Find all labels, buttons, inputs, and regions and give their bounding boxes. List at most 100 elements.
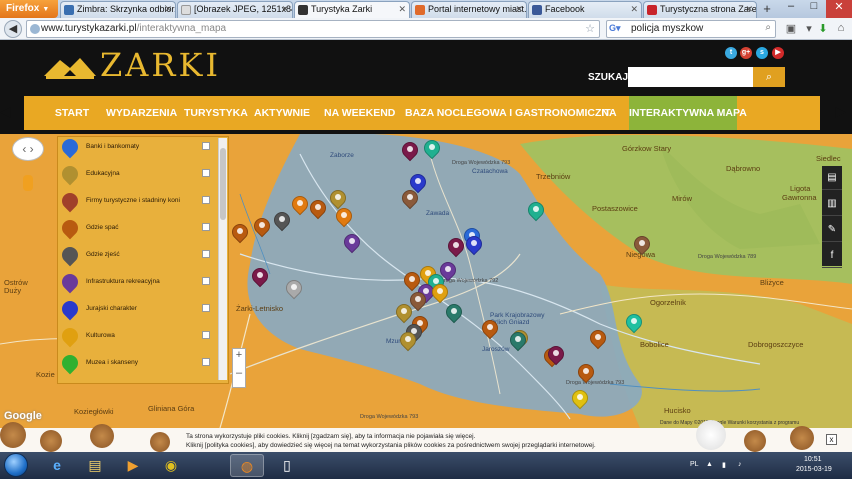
browser-tab-active[interactable]: Turystyka Zarki ✕	[294, 1, 410, 18]
map-marker[interactable]	[586, 326, 610, 350]
filter-checkbox[interactable]	[202, 250, 210, 258]
map-marker[interactable]	[340, 230, 364, 254]
close-tab-icon[interactable]: ✕	[398, 4, 406, 15]
filter-checkbox[interactable]	[202, 142, 210, 150]
address-bar[interactable]: www.turystykazarki.pl/interaktywna_mapa …	[26, 20, 600, 38]
language-indicator[interactable]: PL	[690, 461, 699, 468]
windows-start-button[interactable]	[4, 453, 28, 477]
maximize-button[interactable]: □	[803, 0, 825, 18]
cookie-line-1[interactable]: Ta strona wykorzystuje pliki cookies. Kl…	[186, 432, 596, 441]
new-tab-button[interactable]: +	[758, 1, 776, 17]
browser-tab[interactable]: Zimbra: Skrzynka odbior... ✕	[60, 1, 176, 18]
filter-checkbox[interactable]	[202, 304, 210, 312]
map-marker[interactable]	[396, 328, 420, 352]
map-marker[interactable]	[568, 386, 592, 410]
filter-checkbox[interactable]	[202, 331, 210, 339]
filter-item[interactable]: Firmy turystyczne i stadniny koni	[58, 189, 218, 218]
menu-scroll-right-icon[interactable]: ▶	[835, 103, 846, 120]
volume-icon[interactable]: ♪	[738, 461, 742, 468]
skype-icon[interactable]: s	[756, 47, 768, 59]
map-marker[interactable]	[392, 300, 416, 324]
network-icon[interactable]: ▮	[722, 461, 726, 469]
chart-icon[interactable]: ▥	[822, 192, 842, 216]
filter-checkbox[interactable]	[202, 196, 210, 204]
site-identity-icon[interactable]	[30, 24, 40, 34]
filter-item[interactable]: Gdzie zjeść	[58, 243, 218, 272]
filter-item[interactable]: Edukacyjna	[58, 162, 218, 191]
search-icon[interactable]: ⌕	[765, 22, 771, 33]
firefox-menu-button[interactable]: Firefox ▼	[0, 0, 58, 18]
explorer-folder-icon[interactable]: ▤	[78, 454, 112, 477]
menu-item-start[interactable]: START	[50, 96, 94, 130]
filter-checkbox[interactable]	[202, 277, 210, 285]
facebook-icon[interactable]: f	[822, 244, 842, 268]
filter-checkbox[interactable]	[202, 223, 210, 231]
map-marker[interactable]	[428, 280, 452, 304]
browser-search-field[interactable]: G▾ policja myszkow ⌕	[606, 20, 776, 38]
internet-explorer-icon[interactable]: e	[40, 454, 74, 477]
map-marker[interactable]	[462, 232, 486, 256]
bookmarks-toolbar-icon[interactable]: ▾	[802, 22, 816, 36]
browser-tab[interactable]: Portal internetowy miast... ✕	[411, 1, 527, 18]
menu-scroll-left-icon[interactable]: ◀	[0, 103, 11, 120]
filter-item[interactable]: Muzea i skanseny	[58, 351, 218, 380]
filter-item[interactable]: Kulturowa	[58, 324, 218, 353]
map-marker[interactable]	[506, 328, 530, 352]
map-marker[interactable]	[250, 214, 274, 238]
map-marker[interactable]	[398, 186, 422, 210]
map-pan-control[interactable]: ‹ ›	[12, 137, 44, 161]
filter-item[interactable]: Banki i bankomaty	[58, 137, 218, 164]
map-marker[interactable]	[398, 138, 422, 162]
map-attribution[interactable]: Dane do Mapy ©2015 Google Warunki korzys…	[660, 420, 799, 426]
menu-item-interaktywna-mapa[interactable]: INTERAKTYWNA MAPA	[629, 96, 747, 130]
close-tab-icon[interactable]: ✕	[745, 4, 753, 15]
map-marker[interactable]	[406, 288, 430, 312]
scrollbar-thumb[interactable]	[220, 148, 226, 220]
download-icon[interactable]: ⬇	[816, 22, 830, 36]
menu-item-wydarzenia[interactable]: WYDARZENIA	[106, 96, 177, 130]
map-marker[interactable]	[306, 196, 330, 220]
browser-tab[interactable]: [Obrazek JPEG, 1251x843 ... ✕	[177, 1, 293, 18]
clock-time[interactable]: 10:51	[804, 456, 822, 463]
menu-item-it[interactable]: IT	[598, 96, 614, 130]
map-marker[interactable]	[270, 208, 294, 232]
google-icon[interactable]: G▾	[609, 23, 627, 35]
map-marker[interactable]	[248, 264, 272, 288]
close-tab-icon[interactable]: ✕	[164, 4, 172, 15]
map-marker[interactable]	[524, 198, 548, 222]
map-marker[interactable]	[574, 360, 598, 384]
map-marker[interactable]	[622, 310, 646, 334]
media-player-icon[interactable]: ▶	[116, 454, 150, 477]
filter-item[interactable]: Infrastruktura rekreacyjna	[58, 270, 218, 299]
home-icon[interactable]: ⌂	[834, 22, 848, 36]
close-tab-icon[interactable]: ✕	[630, 4, 638, 15]
map-marker[interactable]	[420, 136, 444, 160]
tray-show-hidden-icon[interactable]: ▲	[706, 461, 713, 468]
close-cookie-button[interactable]: x	[826, 434, 837, 445]
map-marker[interactable]	[630, 232, 654, 256]
map-marker[interactable]	[282, 276, 306, 300]
edit-icon[interactable]: ✎	[822, 218, 842, 242]
browser-tab[interactable]: Facebook ✕	[528, 1, 642, 18]
menu-item-aktywnie[interactable]: AKTYWNIE	[254, 96, 310, 130]
close-window-button[interactable]: ✕	[826, 0, 852, 18]
bookmark-star-icon[interactable]: ☆	[585, 22, 595, 35]
chrome-icon[interactable]: ◉	[154, 454, 188, 477]
close-tab-icon[interactable]: ✕	[515, 4, 523, 15]
site-search-input[interactable]	[628, 67, 753, 87]
filter-item[interactable]: Gdzie spać	[58, 216, 218, 245]
bookmarks-menu-icon[interactable]: ▣	[784, 22, 798, 36]
document-icon[interactable]: ▯	[270, 454, 304, 477]
back-arrow-icon[interactable]: ◀	[4, 20, 22, 38]
map-marker[interactable]	[288, 192, 312, 216]
youtube-icon[interactable]: ▶	[772, 47, 784, 59]
zoom-out-button[interactable]: –	[233, 367, 245, 379]
menu-item-na-weekend[interactable]: NA WEEKEND	[324, 96, 395, 130]
map-marker[interactable]	[332, 204, 356, 228]
minimize-button[interactable]: –	[780, 0, 802, 18]
firefox-icon[interactable]: ◍	[230, 454, 264, 477]
map-marker[interactable]	[444, 234, 468, 258]
cookie-line-2[interactable]: Kliknij [polityka cookies], aby dowiedzi…	[186, 441, 596, 450]
browser-tab[interactable]: Turystyczna strona Zarek... ✕	[643, 1, 757, 18]
magnifier-icon[interactable]: ⌕	[753, 67, 785, 87]
